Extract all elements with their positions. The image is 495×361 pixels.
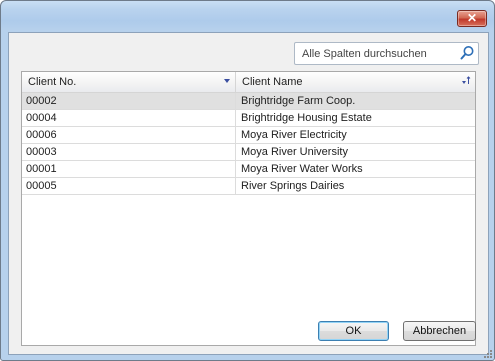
cell-client-no: 00004 — [22, 110, 236, 126]
table-row[interactable]: 00005 River Springs Dairies — [22, 178, 475, 195]
table-row[interactable]: 00003 Moya River University — [22, 144, 475, 161]
cell-client-no: 00006 — [22, 127, 236, 143]
filter-dropdown-icon[interactable] — [224, 79, 230, 83]
search-box[interactable] — [294, 42, 479, 65]
title-bar[interactable]: ✕ — [1, 1, 494, 31]
ok-button[interactable]: OK — [318, 321, 389, 341]
cancel-button[interactable]: Abbrechen — [403, 321, 476, 341]
cell-client-name: Moya River Water Works — [241, 163, 363, 175]
cell-client-no: 00005 — [22, 178, 236, 194]
cell-client-name: Brightridge Housing Estate — [241, 112, 372, 124]
cell-client-no: 00002 — [22, 93, 236, 109]
cell-client-name: Moya River Electricity — [241, 129, 347, 141]
table-row[interactable]: 00006 Moya River Electricity — [22, 127, 475, 144]
sort-ascending-icon[interactable] — [461, 75, 471, 87]
dialog-content: Client No. Client Name 00002 Brightridge … — [8, 32, 489, 355]
cell-client-name: River Springs Dairies — [241, 180, 345, 192]
resize-grip-icon[interactable] — [483, 349, 493, 359]
close-button[interactable]: ✕ — [457, 10, 487, 27]
table-row[interactable]: 00001 Moya River Water Works — [22, 161, 475, 178]
search-input[interactable] — [295, 43, 454, 64]
cell-client-no: 00001 — [22, 161, 236, 177]
table-header: Client No. Client Name — [22, 72, 475, 93]
cell-client-no: 00003 — [22, 144, 236, 160]
dialog-window: ✕ Client No. Client Name — [0, 0, 495, 361]
close-icon: ✕ — [466, 11, 478, 25]
clients-table: Client No. Client Name 00002 Brightridge … — [21, 71, 476, 346]
cell-client-name: Brightridge Farm Coop. — [241, 95, 356, 107]
cell-client-name: Moya River University — [241, 146, 348, 158]
column-header-client-name[interactable]: Client Name — [236, 72, 475, 92]
column-header-client-no[interactable]: Client No. — [22, 72, 236, 92]
table-row[interactable]: 00002 Brightridge Farm Coop. — [22, 93, 475, 110]
table-row[interactable]: 00004 Brightridge Housing Estate — [22, 110, 475, 127]
search-icon[interactable] — [459, 45, 475, 61]
